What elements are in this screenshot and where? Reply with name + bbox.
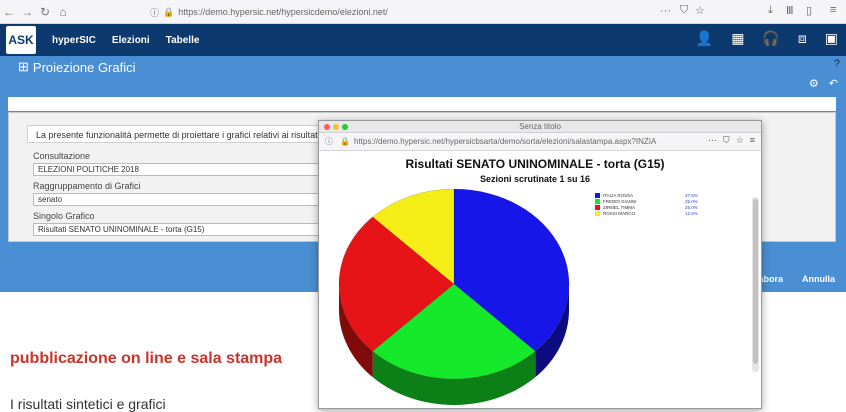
legend-label: ZIRMEL TIMMA (603, 204, 636, 210)
user-icon[interactable]: 👤 (696, 30, 713, 47)
pocket-icon[interactable]: ⛉ (680, 4, 688, 17)
popup-url-text: https://demo.hypersic.net/hypersicbsarta… (353, 137, 657, 146)
select-raggruppamento[interactable]: senato (33, 193, 325, 206)
popup-scrollbar[interactable] (752, 197, 759, 372)
legend-value: 25.0% (685, 204, 698, 210)
popup-actions-icon[interactable]: ··· (708, 135, 717, 146)
legend-item: ITALIA ROSSA 37.5% (595, 192, 735, 198)
menu-elezioni[interactable]: Elezioni (112, 35, 150, 46)
menu-hypersic[interactable]: hyperSIC (52, 35, 96, 46)
label-singolo-grafico: Singolo Grafico (33, 211, 95, 221)
page-title-text: Proiezione Grafici (32, 59, 136, 75)
label-consultazione: Consultazione (33, 151, 91, 161)
settings-icon[interactable]: ⚙ (809, 77, 819, 90)
help-center-icon[interactable]: ⧈ (798, 30, 807, 47)
legend-swatch (595, 210, 600, 216)
popup-info-icon[interactable]: ⓘ (325, 136, 333, 147)
page-actions-icon[interactable]: ··· (660, 5, 671, 17)
popup-title-bar: Senza titolo (319, 121, 761, 133)
legend-label: FREDDI GIANNI (603, 198, 637, 204)
forward-icon[interactable]: → (18, 5, 36, 19)
popup-url-icons: ··· ⛉ ☆ ≡ (708, 135, 755, 146)
chart-title: Risultati SENATO UNINOMINALE - torta (G1… (405, 157, 665, 171)
library-icon[interactable]: Ⅲ (786, 4, 794, 17)
help-icon[interactable]: ? (834, 58, 840, 70)
reload-icon[interactable]: ↻ (36, 5, 54, 19)
grid-icon[interactable]: ▦ (731, 30, 744, 47)
select-singolo-grafico[interactable]: Risultati SENATO UNINOMINALE - torta (G1… (33, 223, 325, 236)
address-url: https://demo.hypersic.net/hypersicdemo/e… (178, 7, 388, 17)
minimize-window-icon[interactable] (333, 124, 339, 130)
legend-swatch (595, 204, 600, 210)
legend-value: 37.5% (685, 192, 698, 198)
close-window-icon[interactable] (324, 124, 330, 130)
popup-pocket-icon[interactable]: ⛉ (723, 135, 730, 146)
lock-icon: 🔒 (163, 6, 175, 17)
headset-icon[interactable]: 🎧 (762, 30, 779, 47)
popup-window-title: Senza titolo (519, 122, 561, 131)
download-icon[interactable]: ⤓ (768, 4, 773, 17)
legend-label: ITALIA ROSSA (603, 192, 634, 198)
legend-item: FREDDI GIANNI 25.0% (595, 198, 735, 204)
panel-toolbar (8, 97, 836, 111)
app-navbar: ASK hyperSIC Elezioni Tabelle 👤 ▦ 🎧 ⧈ ▣ (0, 24, 846, 56)
address-bar[interactable]: ⓘ 🔒 https://demo.hypersic.net/hypersicde… (150, 3, 710, 21)
popup-menu-icon[interactable]: ≡ (750, 135, 755, 146)
page-header: ⊞ Proiezione Grafici ? ⚙ ↶ (0, 56, 846, 92)
home-icon[interactable]: ⌂ (54, 5, 72, 19)
sidebar-icon[interactable]: ▯ (806, 4, 812, 17)
browser-toolbar: ← → ↻ ⌂ ⓘ 🔒 https://demo.hypersic.net/hy… (0, 0, 846, 24)
select-consultazione[interactable]: ELEZIONI POLITICHE 2018 (33, 163, 325, 176)
popup-scroll-thumb[interactable] (753, 199, 758, 364)
pie-chart (338, 189, 570, 405)
undo-icon[interactable]: ↶ (829, 77, 838, 90)
annulla-button[interactable]: Annulla (802, 274, 835, 284)
popup-lock-icon: 🔒 (340, 137, 350, 146)
info-text: La presente funzionalità permette di pro… (27, 125, 327, 143)
legend-swatch (595, 192, 600, 198)
header-actions: ⚙ ↶ (809, 77, 838, 90)
article-title: pubblicazione on line e sala stampa (10, 350, 283, 367)
bookmark-star-icon[interactable]: ☆ (695, 4, 705, 17)
app-logo[interactable]: ASK (6, 26, 36, 54)
popup-star-icon[interactable]: ☆ (736, 135, 744, 146)
legend-item: ROSSI MARCO 12.5% (595, 210, 735, 216)
popup-address-bar[interactable]: ⓘ 🔒 https://demo.hypersic.net/hypersicbs… (319, 133, 761, 151)
popup-window: Senza titolo ⓘ 🔒 https://demo.hypersic.n… (318, 120, 762, 409)
legend-value: 25.0% (685, 198, 698, 204)
menu-icon[interactable]: ≡ (830, 4, 836, 16)
chart-legend: ITALIA ROSSA 37.5% FREDDI GIANNI 25.0% ZIRME… (595, 192, 735, 216)
back-icon[interactable]: ← (0, 5, 18, 19)
legend-item: ZIRMEL TIMMA 25.0% (595, 204, 735, 210)
site-info-icon[interactable]: ⓘ (150, 6, 159, 19)
page-title: ⊞ Proiezione Grafici (18, 59, 136, 75)
window-icon: ⊞ (18, 59, 29, 74)
app-icons: 👤 ▦ 🎧 ⧈ ▣ (696, 30, 838, 47)
legend-label: ROSSI MARCO (603, 210, 636, 216)
article-text: I risultati sintetici e grafici (10, 396, 166, 412)
maximize-window-icon[interactable] (342, 124, 348, 130)
label-raggruppamento: Raggruppamento di Grafici (33, 181, 141, 191)
app-badge-icon[interactable]: ▣ (825, 30, 838, 47)
menu-tabelle[interactable]: Tabelle (166, 35, 200, 46)
chart-subtitle: Sezioni scrutinate 1 su 16 (479, 174, 591, 184)
legend-swatch (595, 198, 600, 204)
legend-value: 12.5% (685, 210, 698, 216)
